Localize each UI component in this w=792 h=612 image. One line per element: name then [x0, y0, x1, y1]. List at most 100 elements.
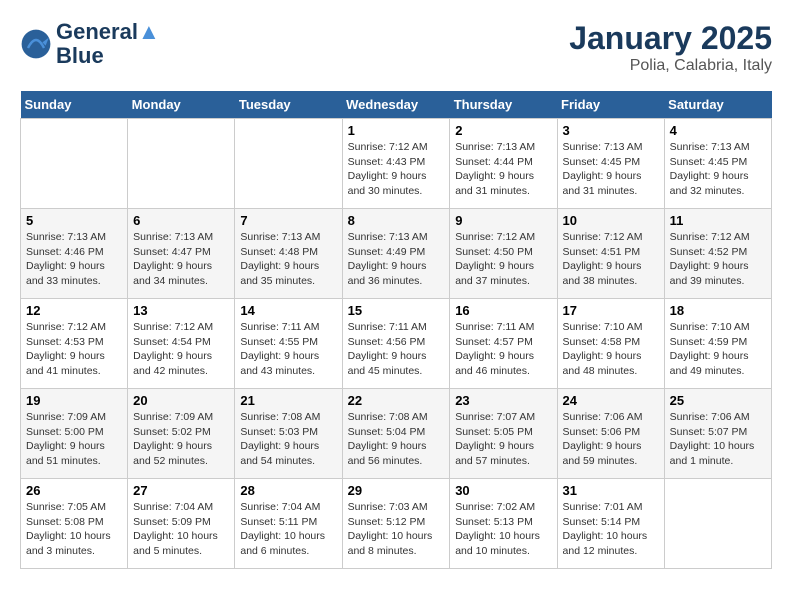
weekday-header: Saturday [664, 91, 771, 119]
calendar-day-cell: 13 Sunrise: 7:12 AM Sunset: 4:54 PM Dayli… [128, 299, 235, 389]
day-number: 11 [670, 213, 766, 228]
day-number: 13 [133, 303, 229, 318]
calendar-day-cell: 3 Sunrise: 7:13 AM Sunset: 4:45 PM Daylig… [557, 119, 664, 209]
calendar-day-cell: 5 Sunrise: 7:13 AM Sunset: 4:46 PM Daylig… [21, 209, 128, 299]
day-info: Sunrise: 7:04 AM Sunset: 5:11 PM Dayligh… [240, 500, 336, 559]
calendar-day-cell: 22 Sunrise: 7:08 AM Sunset: 5:04 PM Dayli… [342, 389, 450, 479]
weekday-header: Monday [128, 91, 235, 119]
calendar-empty-cell [664, 479, 771, 569]
calendar-week-row: 26 Sunrise: 7:05 AM Sunset: 5:08 PM Dayli… [21, 479, 772, 569]
calendar-day-cell: 25 Sunrise: 7:06 AM Sunset: 5:07 PM Dayli… [664, 389, 771, 479]
day-number: 24 [563, 393, 659, 408]
day-number: 25 [670, 393, 766, 408]
day-number: 10 [563, 213, 659, 228]
calendar-day-cell: 24 Sunrise: 7:06 AM Sunset: 5:06 PM Dayli… [557, 389, 664, 479]
calendar-day-cell: 14 Sunrise: 7:11 AM Sunset: 4:55 PM Dayli… [235, 299, 342, 389]
weekday-header: Tuesday [235, 91, 342, 119]
day-number: 28 [240, 483, 336, 498]
day-info: Sunrise: 7:13 AM Sunset: 4:45 PM Dayligh… [563, 140, 659, 199]
logo-text: General▲ Blue [56, 20, 160, 68]
day-info: Sunrise: 7:07 AM Sunset: 5:05 PM Dayligh… [455, 410, 551, 469]
title-block: January 2025 Polia, Calabria, Italy [569, 20, 772, 75]
day-number: 1 [348, 123, 445, 138]
weekday-header: Friday [557, 91, 664, 119]
day-info: Sunrise: 7:13 AM Sunset: 4:44 PM Dayligh… [455, 140, 551, 199]
day-number: 2 [455, 123, 551, 138]
day-info: Sunrise: 7:08 AM Sunset: 5:03 PM Dayligh… [240, 410, 336, 469]
day-info: Sunrise: 7:11 AM Sunset: 4:55 PM Dayligh… [240, 320, 336, 379]
day-number: 7 [240, 213, 336, 228]
day-number: 17 [563, 303, 659, 318]
calendar-day-cell: 1 Sunrise: 7:12 AM Sunset: 4:43 PM Daylig… [342, 119, 450, 209]
calendar-day-cell: 20 Sunrise: 7:09 AM Sunset: 5:02 PM Dayli… [128, 389, 235, 479]
day-info: Sunrise: 7:13 AM Sunset: 4:45 PM Dayligh… [670, 140, 766, 199]
day-info: Sunrise: 7:13 AM Sunset: 4:49 PM Dayligh… [348, 230, 445, 289]
day-info: Sunrise: 7:09 AM Sunset: 5:00 PM Dayligh… [26, 410, 122, 469]
calendar-week-row: 1 Sunrise: 7:12 AM Sunset: 4:43 PM Daylig… [21, 119, 772, 209]
day-number: 20 [133, 393, 229, 408]
day-number: 4 [670, 123, 766, 138]
calendar-day-cell: 11 Sunrise: 7:12 AM Sunset: 4:52 PM Dayli… [664, 209, 771, 299]
calendar-day-cell: 4 Sunrise: 7:13 AM Sunset: 4:45 PM Daylig… [664, 119, 771, 209]
day-info: Sunrise: 7:01 AM Sunset: 5:14 PM Dayligh… [563, 500, 659, 559]
day-number: 5 [26, 213, 122, 228]
calendar-day-cell: 23 Sunrise: 7:07 AM Sunset: 5:05 PM Dayli… [450, 389, 557, 479]
day-number: 27 [133, 483, 229, 498]
day-info: Sunrise: 7:03 AM Sunset: 5:12 PM Dayligh… [348, 500, 445, 559]
day-number: 31 [563, 483, 659, 498]
calendar-header-row: SundayMondayTuesdayWednesdayThursdayFrid… [21, 91, 772, 119]
calendar-day-cell: 16 Sunrise: 7:11 AM Sunset: 4:57 PM Dayli… [450, 299, 557, 389]
day-number: 26 [26, 483, 122, 498]
day-info: Sunrise: 7:04 AM Sunset: 5:09 PM Dayligh… [133, 500, 229, 559]
day-info: Sunrise: 7:06 AM Sunset: 5:06 PM Dayligh… [563, 410, 659, 469]
day-number: 18 [670, 303, 766, 318]
weekday-header: Wednesday [342, 91, 450, 119]
day-info: Sunrise: 7:11 AM Sunset: 4:57 PM Dayligh… [455, 320, 551, 379]
day-info: Sunrise: 7:08 AM Sunset: 5:04 PM Dayligh… [348, 410, 445, 469]
day-info: Sunrise: 7:12 AM Sunset: 4:52 PM Dayligh… [670, 230, 766, 289]
day-info: Sunrise: 7:12 AM Sunset: 4:54 PM Dayligh… [133, 320, 229, 379]
day-number: 29 [348, 483, 445, 498]
day-number: 23 [455, 393, 551, 408]
calendar-day-cell: 2 Sunrise: 7:13 AM Sunset: 4:44 PM Daylig… [450, 119, 557, 209]
day-info: Sunrise: 7:06 AM Sunset: 5:07 PM Dayligh… [670, 410, 766, 469]
day-info: Sunrise: 7:09 AM Sunset: 5:02 PM Dayligh… [133, 410, 229, 469]
day-number: 19 [26, 393, 122, 408]
calendar-day-cell: 18 Sunrise: 7:10 AM Sunset: 4:59 PM Dayli… [664, 299, 771, 389]
logo: General▲ Blue [20, 20, 160, 68]
day-info: Sunrise: 7:13 AM Sunset: 4:48 PM Dayligh… [240, 230, 336, 289]
day-number: 22 [348, 393, 445, 408]
day-number: 8 [348, 213, 445, 228]
day-info: Sunrise: 7:12 AM Sunset: 4:53 PM Dayligh… [26, 320, 122, 379]
day-number: 16 [455, 303, 551, 318]
calendar-day-cell: 29 Sunrise: 7:03 AM Sunset: 5:12 PM Dayli… [342, 479, 450, 569]
calendar-empty-cell [21, 119, 128, 209]
day-info: Sunrise: 7:05 AM Sunset: 5:08 PM Dayligh… [26, 500, 122, 559]
calendar-empty-cell [235, 119, 342, 209]
calendar-day-cell: 15Sunrise: 7:11 AM Sunset: 4:56 PM Dayli… [342, 299, 450, 389]
calendar-week-row: 19 Sunrise: 7:09 AM Sunset: 5:00 PM Dayli… [21, 389, 772, 479]
day-info: Sunrise: 7:02 AM Sunset: 5:13 PM Dayligh… [455, 500, 551, 559]
calendar-day-cell: 6Sunrise: 7:13 AM Sunset: 4:47 PM Daylig… [128, 209, 235, 299]
calendar-empty-cell [128, 119, 235, 209]
calendar-day-cell: 12Sunrise: 7:12 AM Sunset: 4:53 PM Dayli… [21, 299, 128, 389]
calendar-day-cell: 27 Sunrise: 7:04 AM Sunset: 5:09 PM Dayli… [128, 479, 235, 569]
day-info: Sunrise: 7:13 AM Sunset: 4:46 PM Dayligh… [26, 230, 122, 289]
calendar-day-cell: 9Sunrise: 7:12 AM Sunset: 4:50 PM Daylig… [450, 209, 557, 299]
day-number: 15 [348, 303, 445, 318]
calendar-day-cell: 28 Sunrise: 7:04 AM Sunset: 5:11 PM Dayli… [235, 479, 342, 569]
day-info: Sunrise: 7:12 AM Sunset: 4:43 PM Dayligh… [348, 140, 445, 199]
calendar-day-cell: 31 Sunrise: 7:01 AM Sunset: 5:14 PM Dayli… [557, 479, 664, 569]
calendar-day-cell: 30Sunrise: 7:02 AM Sunset: 5:13 PM Dayli… [450, 479, 557, 569]
day-number: 14 [240, 303, 336, 318]
day-number: 21 [240, 393, 336, 408]
day-number: 6 [133, 213, 229, 228]
weekday-header: Thursday [450, 91, 557, 119]
calendar-day-cell: 19 Sunrise: 7:09 AM Sunset: 5:00 PM Dayli… [21, 389, 128, 479]
calendar-week-row: 12Sunrise: 7:12 AM Sunset: 4:53 PM Dayli… [21, 299, 772, 389]
day-number: 3 [563, 123, 659, 138]
day-info: Sunrise: 7:12 AM Sunset: 4:50 PM Dayligh… [455, 230, 551, 289]
calendar-day-cell: 8 Sunrise: 7:13 AM Sunset: 4:49 PM Daylig… [342, 209, 450, 299]
day-info: Sunrise: 7:10 AM Sunset: 4:59 PM Dayligh… [670, 320, 766, 379]
logo-icon [20, 28, 52, 60]
